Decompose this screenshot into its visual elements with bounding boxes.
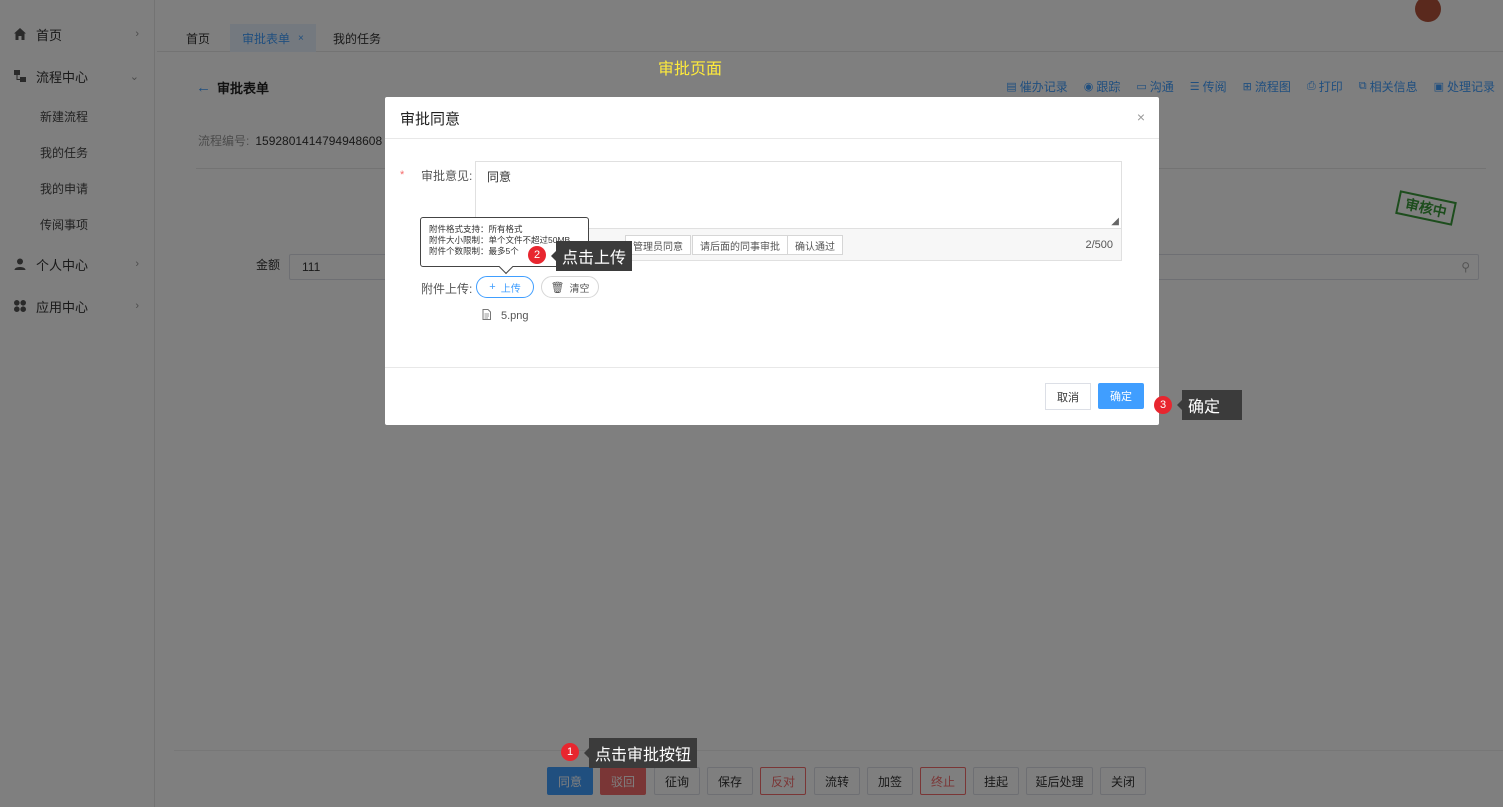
upload-button[interactable]: + 上传 [476, 276, 534, 298]
required-mark: * [400, 169, 405, 181]
quick-phrase-confirm[interactable]: 确认通过 [787, 235, 843, 255]
opinion-label: 审批意见: [421, 169, 473, 183]
annotation-callout: 确定 [1177, 390, 1242, 420]
attachment-label: 附件上传: [421, 282, 473, 296]
file-item[interactable]: 5.png [482, 309, 529, 323]
close-icon[interactable]: × [1137, 109, 1145, 125]
divider [385, 138, 1159, 139]
annotation-badge: 1 [561, 743, 579, 761]
annotation-callout: 点击审批按钮 [583, 738, 698, 768]
file-icon [482, 309, 491, 323]
divider [385, 367, 1159, 368]
opinion-value: 同意 [487, 170, 512, 184]
quick-phrase-next-approve[interactable]: 请后面的同事审批 [692, 235, 788, 255]
page-center-title: 审批页面 [658, 61, 723, 78]
annotation-callout: 点击上传 [550, 241, 633, 271]
char-counter: 2/500 [1085, 239, 1113, 251]
trash-icon: 🗑 [550, 281, 565, 294]
annotation-badge: 2 [528, 246, 546, 264]
file-name: 5.png [501, 310, 529, 322]
confirm-button[interactable]: 确定 [1098, 383, 1144, 409]
quick-phrase-admin-agree[interactable]: 管理员同意 [625, 235, 691, 255]
clear-button[interactable]: 🗑 清空 [541, 276, 599, 298]
annotation-badge: 3 [1154, 396, 1172, 414]
plus-icon: + [489, 281, 496, 293]
resize-handle-icon[interactable]: ◢ [1111, 216, 1119, 227]
cancel-button[interactable]: 取消 [1045, 383, 1091, 410]
tooltip-line: 附件格式支持：所有格式 [429, 224, 523, 234]
dialog-title: 审批同意 [400, 111, 461, 128]
